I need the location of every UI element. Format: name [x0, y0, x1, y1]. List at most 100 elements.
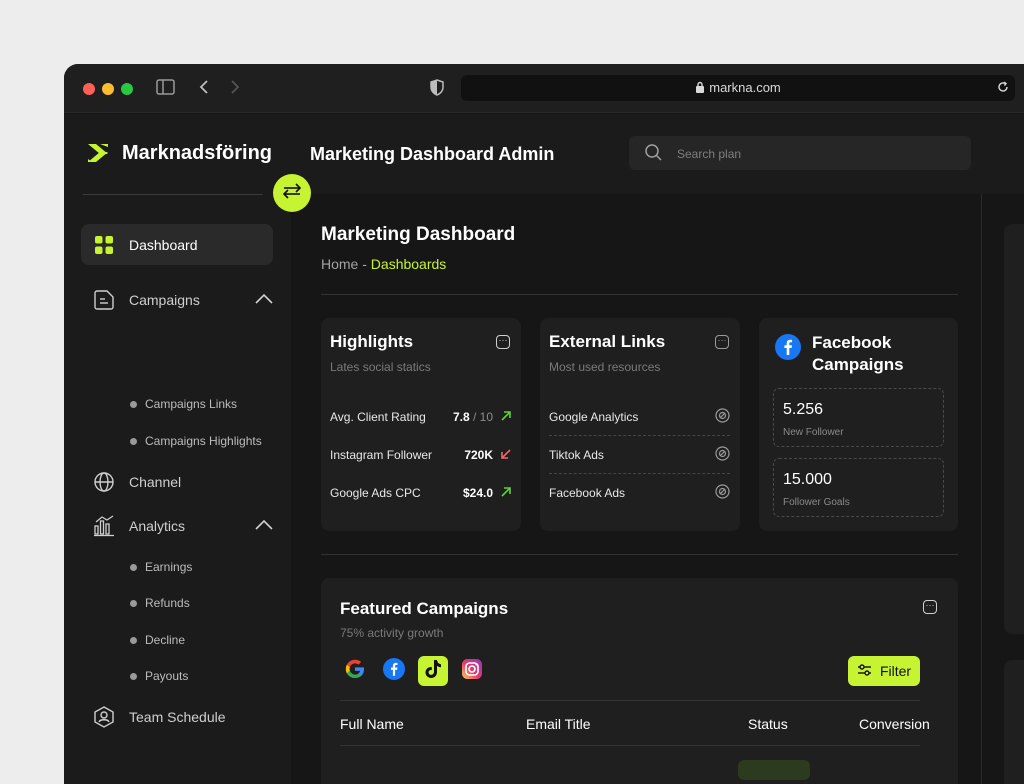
card-title: Highlights [330, 332, 414, 351]
stat-label: Instagram Follower [330, 448, 433, 462]
reload-icon[interactable] [997, 76, 1009, 102]
sidebar-subitem-refunds[interactable]: Refunds [130, 596, 190, 610]
sidebar-divider [83, 194, 263, 195]
stat-value: 7.8 / 10 [452, 410, 493, 424]
sidebar-subitem-payouts[interactable]: Payouts [130, 669, 188, 683]
sidebar-item-channel[interactable]: Channel [81, 461, 273, 502]
stat-box: 15.000 Follower Goals [773, 458, 944, 517]
tiktok-filter-button[interactable] [418, 656, 448, 686]
link-label: Tiktok Ads [549, 447, 604, 462]
stat-label: New Follower [783, 427, 844, 438]
arrow-up-right-icon [501, 486, 511, 500]
link-icon[interactable] [715, 407, 730, 426]
divider [321, 554, 958, 555]
divider [340, 700, 920, 701]
column-header-status[interactable]: Status [748, 716, 788, 732]
toggle-sidebar-button[interactable] [273, 174, 311, 212]
stat-value: 720K [464, 448, 493, 462]
sidebar-item-label: Team Schedule [129, 708, 226, 725]
sidebar-item-team-schedule[interactable]: Team Schedule [81, 696, 273, 737]
stat-row: Avg. Client Rating 7.8 / 10 [330, 398, 511, 436]
external-links-card: External Links ··· Most used resources G… [540, 318, 740, 531]
sidebar-item-dashboard[interactable]: Dashboard [81, 224, 273, 265]
bar-chart-icon [93, 515, 115, 537]
card-subtitle: 75% activity growth [340, 626, 444, 640]
stat-label: Avg. Client Rating [330, 410, 426, 424]
link-icon[interactable] [715, 484, 730, 502]
browser-window: markna.com Marknadsföring Marketing Dash… [64, 64, 1024, 784]
url-bar[interactable]: markna.com [461, 75, 1015, 101]
search-placeholder: Search plan [677, 147, 742, 161]
stat-value: $24.0 [462, 486, 493, 500]
minimize-window-icon[interactable] [102, 83, 114, 95]
sidebar-subitem-campaigns-links[interactable]: Campaigns Links [130, 397, 237, 411]
stat-value: 5.256 [783, 401, 824, 418]
brand-name: Marknadsföring [122, 142, 273, 164]
filter-button[interactable]: Filter [848, 656, 920, 686]
url-text: markna.com [709, 80, 781, 95]
sidebar-subitem-earnings[interactable]: Earnings [130, 560, 192, 574]
breadcrumb-current[interactable]: Dashboards [371, 256, 447, 272]
stat-row: Instagram Follower 720K [330, 436, 511, 474]
chevron-up-icon[interactable] [255, 291, 273, 307]
back-icon[interactable] [199, 79, 209, 100]
instagram-icon [461, 658, 483, 685]
card-title: External Links [549, 332, 666, 351]
breadcrumb: Home - Dashboards [321, 256, 446, 272]
stat-box: 5.256 New Follower [773, 388, 944, 447]
search-icon [645, 144, 662, 166]
arrow-down-left-icon [501, 448, 511, 462]
instagram-filter-button[interactable] [457, 656, 487, 686]
link-row[interactable]: Tiktok Ads [549, 436, 730, 474]
breadcrumb-home[interactable]: Home - [321, 256, 371, 272]
chevron-up-icon[interactable] [255, 517, 273, 533]
sidebar-item-label: Dashboard [129, 236, 198, 253]
header-title: Marketing Dashboard Admin [310, 144, 555, 164]
facebook-filter-button[interactable] [379, 656, 409, 686]
sliders-icon [857, 663, 872, 680]
link-row[interactable]: Facebook Ads [549, 474, 730, 512]
stat-label: Google Ads CPC [330, 486, 421, 500]
app-header: Marknadsföring Marketing Dashboard Admin… [64, 114, 1024, 194]
campaign-icon [93, 289, 115, 311]
sidebar-toggle-icon[interactable] [156, 79, 175, 100]
link-label: Google Analytics [549, 409, 639, 424]
right-card [1004, 224, 1024, 634]
page-title: Marketing Dashboard [321, 224, 516, 245]
card-title: Facebook Campaigns [812, 333, 904, 374]
swap-arrows-icon [282, 182, 302, 205]
maximize-window-icon[interactable] [121, 83, 133, 95]
sidebar-subitem-decline[interactable]: Decline [130, 633, 185, 647]
stat-row: Google Ads CPC $24.0 [330, 474, 511, 512]
link-label: Facebook Ads [549, 486, 626, 500]
sidebar-item-analytics[interactable]: Analytics [81, 505, 273, 546]
facebook-icon [383, 657, 405, 685]
sidebar-subitem-campaigns-highlights[interactable]: Campaigns Highlights [130, 434, 262, 448]
column-header-full-name[interactable]: Full Name [340, 716, 404, 732]
more-options-icon[interactable]: ··· [715, 335, 729, 349]
facebook-campaigns-card: Facebook Campaigns 5.256 New Follower 15.… [759, 318, 958, 531]
right-panel [981, 194, 1024, 784]
status-badge [738, 760, 810, 780]
more-options-icon[interactable]: ··· [496, 335, 510, 349]
right-card [1004, 660, 1024, 784]
link-row[interactable]: Google Analytics [549, 398, 730, 436]
google-filter-button[interactable] [340, 656, 370, 686]
column-header-conversion[interactable]: Conversion [859, 716, 930, 732]
stat-label: Follower Goals [783, 497, 850, 508]
column-header-email-title[interactable]: Email Title [526, 716, 591, 732]
shield-icon[interactable] [430, 79, 444, 101]
sidebar-item-campaigns[interactable]: Campaigns [81, 279, 273, 320]
more-options-icon[interactable]: ··· [923, 600, 937, 614]
team-icon [93, 705, 115, 728]
forward-icon[interactable] [230, 79, 240, 100]
link-icon[interactable] [715, 445, 730, 464]
featured-campaigns-card: Featured Campaigns 75% activity growth ·… [321, 578, 958, 784]
close-window-icon[interactable] [83, 83, 95, 95]
search-input[interactable]: Search plan [629, 136, 971, 170]
sidebar: Dashboard Campaigns Campaigns Links Camp… [64, 194, 291, 784]
stat-value: 15.000 [783, 471, 832, 488]
facebook-icon [775, 334, 801, 365]
grid-icon [93, 234, 115, 256]
highlights-card: Highlights ··· Lates social statics Avg.… [321, 318, 521, 531]
